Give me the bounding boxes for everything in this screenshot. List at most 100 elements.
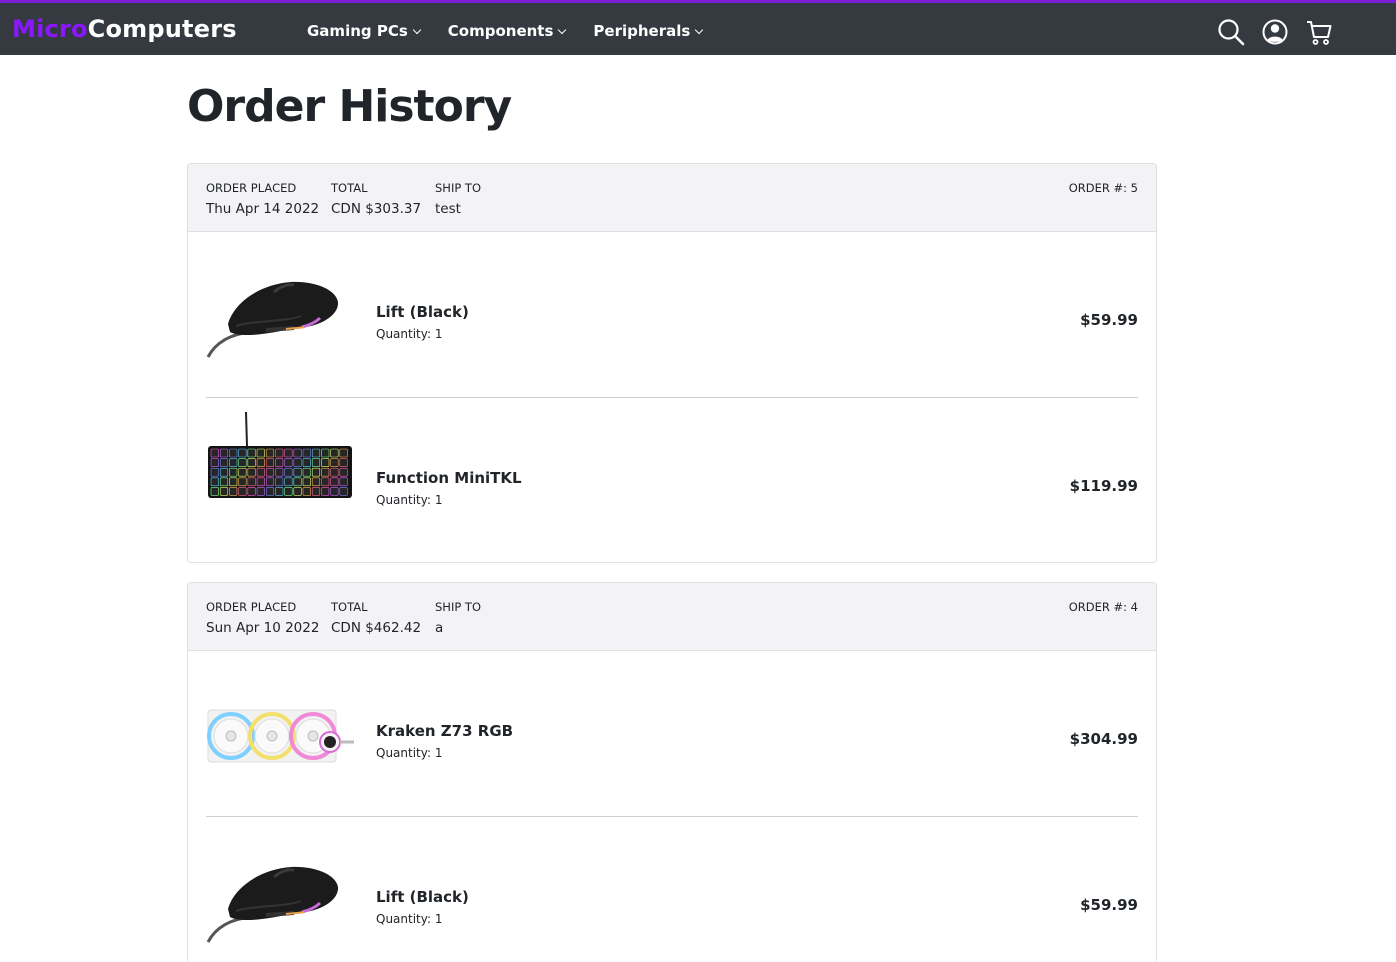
keycap: [321, 477, 330, 487]
order-number-label: ORDER #:: [1068, 181, 1128, 195]
order-number: ORDER #: 4: [1069, 600, 1138, 614]
order-card: ORDER PLACED Sun Apr 10 2022 TOTAL CDN $…: [187, 582, 1157, 962]
nav-links: Gaming PCs Components Peripherals: [307, 20, 730, 42]
keycap: [311, 448, 321, 458]
keycap: [275, 467, 284, 477]
order-item: Kraken Z73 RGB Quantity: 1 $304.99: [206, 651, 1138, 816]
keycap: [210, 458, 219, 467]
keycap: [229, 487, 238, 496]
keycap: [247, 458, 256, 467]
order-placed-value: Sun Apr 10 2022: [206, 620, 320, 636]
keycap: [293, 467, 302, 477]
account-icon[interactable]: [1260, 17, 1292, 47]
keycap: [219, 467, 229, 477]
order-ship-to-value: a: [435, 620, 444, 636]
keycap: [311, 487, 321, 496]
keycap: [284, 477, 293, 487]
keycap: [256, 448, 265, 458]
item-price: $59.99: [1080, 311, 1138, 329]
order-header: ORDER PLACED Thu Apr 14 2022 TOTAL CDN $…: [188, 164, 1156, 232]
keycap: [330, 487, 339, 496]
order-placed-value: Thu Apr 14 2022: [206, 201, 320, 217]
keycap: [321, 487, 330, 496]
item-quantity: Quantity: 1: [376, 493, 443, 507]
order-placed: ORDER PLACED Thu Apr 14 2022: [206, 181, 319, 219]
keycap: [302, 448, 311, 458]
keycap: [275, 477, 284, 487]
keycap: [229, 467, 238, 477]
order-total: TOTAL CDN $462.42: [331, 600, 421, 638]
item-name[interactable]: Lift (Black): [376, 302, 469, 322]
keycap: [247, 448, 256, 458]
keycap: [229, 477, 238, 487]
item-price: $119.99: [1069, 477, 1138, 495]
keycap: [284, 487, 293, 496]
keycap: [275, 487, 284, 496]
keycap: [210, 467, 219, 477]
keycap: [256, 477, 265, 487]
keycap: [247, 467, 256, 477]
order-number-label: ORDER #:: [1068, 600, 1128, 614]
navbar: MicroComputers Gaming PCs Components Per…: [0, 0, 1396, 55]
keycap: [219, 487, 229, 496]
keycap: [293, 477, 302, 487]
nav-gaming-pcs[interactable]: Gaming PCs: [307, 20, 422, 42]
keycap: [275, 458, 284, 467]
mouse-image[interactable]: [206, 272, 356, 362]
page-title: Order History: [187, 81, 512, 132]
order-total: TOTAL CDN $303.37: [331, 181, 421, 219]
keycap: [219, 458, 229, 467]
item-quantity: Quantity: 1: [376, 327, 443, 341]
item-name[interactable]: Lift (Black): [376, 887, 469, 907]
keycap: [238, 477, 247, 487]
item-name[interactable]: Kraken Z73 RGB: [376, 721, 513, 741]
order-header: ORDER PLACED Sun Apr 10 2022 TOTAL CDN $…: [188, 583, 1156, 651]
chevron-down-icon: [558, 25, 567, 34]
order-ship-to-value: test: [435, 201, 461, 217]
mouse-image[interactable]: [206, 857, 356, 947]
search-icon[interactable]: [1216, 17, 1248, 47]
brand-logo[interactable]: MicroComputers: [12, 14, 237, 44]
order-ship-to-label: SHIP TO: [435, 600, 482, 614]
keycap: [265, 458, 275, 467]
order-total-value: CDN $303.37: [331, 201, 422, 217]
keycap: [238, 458, 247, 467]
item-quantity: Quantity: 1: [376, 912, 443, 926]
order-total-label: TOTAL: [331, 181, 368, 195]
keycap: [256, 458, 265, 467]
keycap: [210, 487, 219, 496]
item-name[interactable]: Function MiniTKL: [376, 468, 522, 488]
cart-icon[interactable]: [1304, 17, 1336, 47]
chevron-down-icon: [412, 25, 422, 34]
nav-components[interactable]: Components: [447, 20, 567, 42]
keycap: [238, 448, 247, 458]
keycap: [302, 467, 311, 477]
nav-peripherals[interactable]: Peripherals: [593, 20, 704, 42]
order-placed-label: ORDER PLACED: [206, 600, 297, 614]
keycap: [311, 458, 321, 467]
keycap: [265, 487, 275, 496]
keycap: [339, 477, 348, 487]
brand-logo-part1: Micro: [12, 15, 88, 43]
order-ship-to: SHIP TO test: [435, 181, 481, 219]
order-item: Lift (Black) Quantity: 1 $59.99: [206, 232, 1138, 397]
keyboard-image[interactable]: [206, 410, 356, 505]
keycap: [238, 467, 247, 477]
keycap: [321, 448, 330, 458]
keycap: [330, 448, 339, 458]
keycap: [219, 477, 229, 487]
keycap: [229, 458, 238, 467]
cooler-image[interactable]: [206, 706, 356, 766]
keycap: [339, 458, 348, 467]
keycap: [256, 467, 265, 477]
brand-logo-part2: Computers: [87, 15, 237, 43]
order-ship-to: SHIP TO a: [435, 600, 481, 638]
keycap: [293, 487, 302, 496]
keycap: [265, 477, 275, 487]
keycap: [311, 467, 321, 477]
keycap: [321, 467, 330, 477]
order-placed-label: ORDER PLACED: [206, 181, 297, 195]
order-card: ORDER PLACED Thu Apr 14 2022 TOTAL CDN $…: [187, 163, 1157, 563]
keycap: [330, 458, 339, 467]
nav-components-label: Components: [447, 22, 554, 40]
